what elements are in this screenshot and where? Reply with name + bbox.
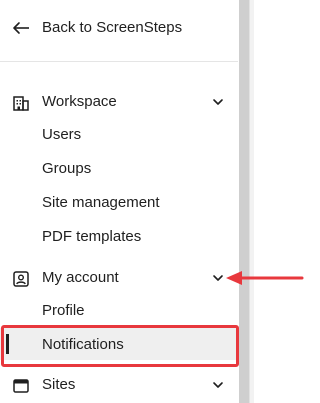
back-to-screensteps-link[interactable]: Back to ScreenSteps — [0, 8, 238, 48]
content-edge — [249, 0, 254, 403]
sidebar-item-label: Notifications — [42, 336, 124, 353]
sites-label: Sites — [42, 376, 76, 393]
chevron-down-icon[interactable] — [212, 97, 224, 107]
sidebar-divider — [0, 61, 238, 62]
chevron-down-icon[interactable] — [212, 380, 224, 390]
sidebar-section-my-account[interactable]: My account — [0, 262, 238, 294]
my-account-label: My account — [42, 269, 119, 286]
arrow-left-icon — [13, 22, 29, 34]
building-icon — [13, 96, 29, 111]
sidebar-item-users[interactable]: Users — [0, 120, 238, 150]
active-indicator — [6, 334, 9, 354]
user-badge-icon — [13, 271, 29, 287]
chevron-down-icon[interactable] — [212, 273, 224, 283]
sidebar-item-label: Groups — [42, 160, 92, 177]
sidebar-item-profile[interactable]: Profile — [0, 296, 238, 326]
settings-sidebar: Back to ScreenSteps Workspace Users Grou… — [0, 0, 238, 403]
sidebar-section-sites[interactable]: Sites — [0, 369, 238, 401]
sidebar-item-notifications[interactable]: Notifications — [0, 328, 238, 360]
sidebar-section-workspace[interactable]: Workspace — [0, 86, 238, 118]
sidebar-item-label: Profile — [42, 302, 85, 319]
workspace-label: Workspace — [42, 93, 117, 110]
sidebar-item-site-management[interactable]: Site management — [0, 188, 238, 218]
sidebar-item-label: Site management — [42, 194, 160, 211]
sidebar-item-label: PDF templates — [42, 228, 142, 245]
sidebar-item-groups[interactable]: Groups — [0, 154, 238, 184]
sidebar-scrollbar[interactable] — [239, 0, 249, 403]
back-label: Back to ScreenSteps — [42, 19, 183, 36]
sidebar-item-label: Users — [42, 126, 82, 143]
sidebar-item-pdf-templates[interactable]: PDF templates — [0, 222, 238, 252]
browser-window-icon — [13, 379, 29, 393]
